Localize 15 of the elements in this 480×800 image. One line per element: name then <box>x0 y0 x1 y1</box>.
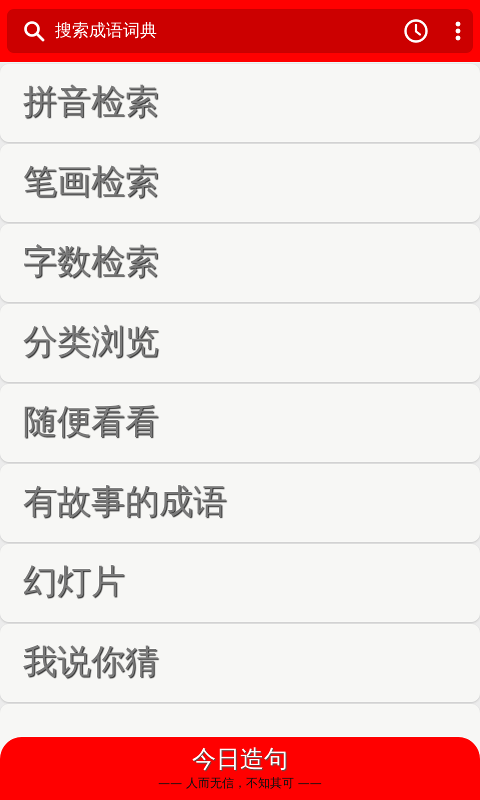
menu-item[interactable]: 拼音检索 <box>0 64 480 142</box>
menu-item[interactable]: 笔画检索 <box>0 144 480 222</box>
daily-title: 今日造句 <box>192 744 288 774</box>
menu-item[interactable]: 字数检索 <box>0 224 480 302</box>
daily-sentence-bar[interactable]: 今日造句 —— 人而无信，不知其可 —— <box>0 737 480 800</box>
search-icon <box>23 20 45 42</box>
menu-item[interactable]: 分类浏览 <box>0 304 480 382</box>
search-bar[interactable]: 搜索成语词典 <box>7 9 473 53</box>
menu-item[interactable]: 我说你猜 <box>0 624 480 702</box>
menu-item[interactable]: 随便看看 <box>0 384 480 462</box>
clock-icon[interactable] <box>403 18 429 44</box>
menu-item[interactable]: 幻灯片 <box>0 544 480 622</box>
daily-idiom: —— 人而无信，不知其可 —— <box>158 775 322 792</box>
menu-item[interactable]: 有故事的成语 <box>0 464 480 542</box>
more-icon[interactable] <box>455 21 461 41</box>
